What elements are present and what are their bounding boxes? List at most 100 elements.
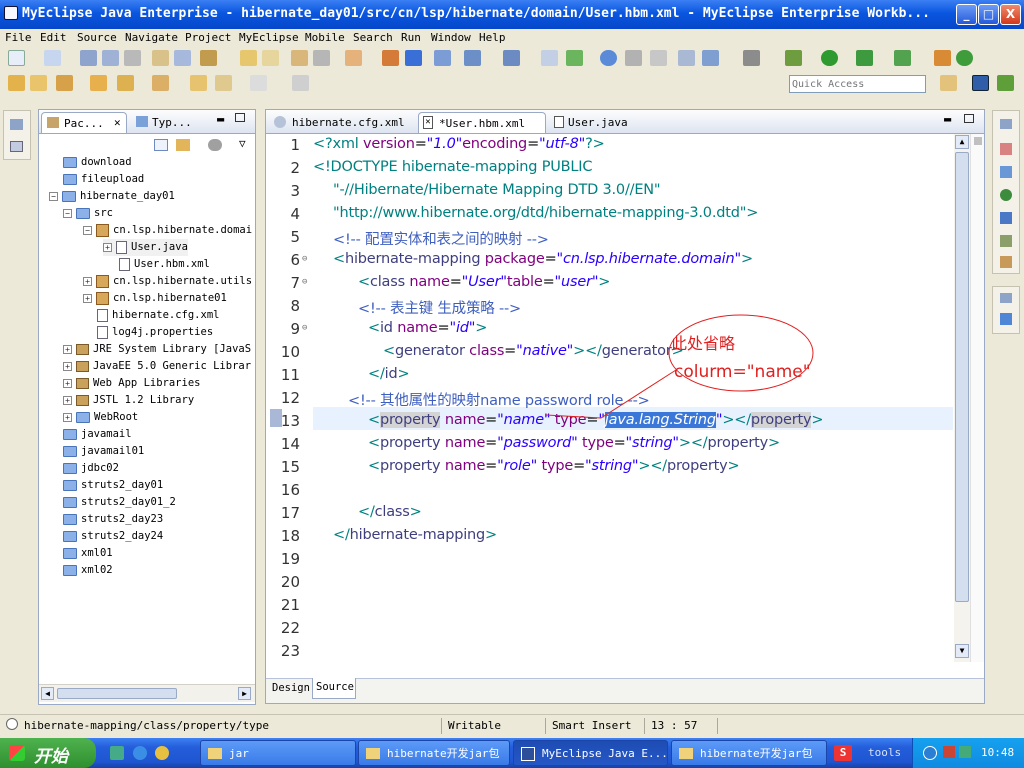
editor-vertical-scrollbar[interactable]: ▲ ▼ (954, 134, 970, 662)
menu-search[interactable]: Search (353, 31, 393, 44)
build-icon[interactable] (200, 50, 217, 66)
expand-icon[interactable]: + (83, 293, 92, 303)
copy-icon[interactable] (650, 50, 667, 66)
open-project-icon[interactable] (30, 75, 47, 91)
tray-security-icon[interactable] (943, 746, 955, 758)
profile-icon[interactable] (934, 50, 951, 66)
format-icon[interactable] (313, 50, 330, 66)
tab-user-hbm[interactable]: ✕ *User.hbm.xml (418, 112, 546, 133)
scroll-down-icon[interactable]: ▼ (955, 644, 969, 658)
app-s-icon[interactable]: S (834, 745, 852, 761)
expand-icon[interactable]: + (63, 361, 72, 371)
tab-hibernate-cfg[interactable]: hibernate.cfg.xml (270, 112, 415, 133)
view-settings-icon[interactable] (208, 139, 222, 151)
tree-item[interactable]: + JSTL 1.2 Library (63, 392, 194, 409)
collapse-icon[interactable]: − (49, 191, 58, 201)
navigator-icon[interactable] (464, 50, 481, 66)
menu-mobile[interactable]: Mobile (305, 31, 345, 44)
tree-item[interactable]: User.hbm.xml (119, 256, 210, 273)
globe-icon[interactable] (1000, 189, 1012, 201)
tab-type-hierarchy[interactable]: Typ... (134, 112, 192, 133)
browser-icon[interactable] (600, 50, 617, 66)
start-button[interactable]: 开始 (0, 738, 96, 768)
tree-item[interactable]: struts2_day01_2 (63, 494, 176, 511)
report-icon[interactable] (678, 50, 695, 66)
folder-open-icon[interactable] (90, 75, 107, 91)
external-tools-icon[interactable] (894, 50, 911, 66)
quick-access-input[interactable] (790, 76, 923, 92)
print-icon[interactable] (124, 50, 141, 66)
menu-myeclipse[interactable]: MyEclipse (239, 31, 299, 44)
tab-user-java[interactable]: User.java (550, 112, 640, 133)
quicklaunch-icon[interactable] (110, 746, 124, 760)
restore-view-icon[interactable] (1000, 119, 1012, 129)
module-icon[interactable] (405, 50, 422, 66)
tree-item[interactable]: jdbc02 (63, 460, 119, 477)
collapse-all-icon[interactable] (154, 139, 168, 151)
ie-icon[interactable] (133, 746, 147, 760)
expand-icon[interactable]: + (83, 276, 92, 286)
close-icon[interactable]: ✕ (114, 116, 121, 129)
editor-minimize-icon[interactable]: ▬ (944, 112, 951, 126)
fold-icon[interactable]: ⊖ (302, 277, 307, 287)
new-icon[interactable] (8, 50, 25, 66)
menu-window[interactable]: Window (431, 31, 471, 44)
last-edit-icon[interactable] (190, 75, 207, 91)
tree-item[interactable]: − hibernate_day01 (49, 188, 175, 205)
tree-item[interactable]: + WebRoot (63, 409, 138, 426)
link-with-editor-icon[interactable] (176, 139, 190, 151)
outline-view-icon[interactable] (1000, 313, 1012, 325)
pin-editor-icon[interactable] (292, 75, 309, 91)
tree-item[interactable]: log4j.properties (97, 324, 213, 341)
tree-item[interactable]: struts2_day23 (63, 511, 163, 528)
expand-icon[interactable]: + (63, 395, 72, 405)
tree-item[interactable]: + Web App Libraries (63, 375, 200, 392)
maximize-view-icon[interactable] (235, 113, 245, 122)
deploy-icon[interactable] (345, 50, 362, 66)
tree-item[interactable]: javamail (63, 426, 132, 443)
tasks-icon[interactable] (1000, 166, 1012, 178)
tree-item[interactable]: − cn.lsp.hibernate.domai (83, 222, 252, 239)
search-file-icon[interactable] (174, 50, 191, 66)
menu-navigate[interactable]: Navigate (125, 31, 178, 44)
tree-item[interactable]: + JavaEE 5.0 Generic Librar (63, 358, 251, 375)
redo-icon[interactable] (262, 50, 279, 66)
console-view-icon[interactable] (10, 141, 23, 152)
scroll-left-icon[interactable]: ◀ (41, 687, 54, 700)
run-icon[interactable] (821, 50, 838, 66)
package-icon[interactable] (382, 50, 399, 66)
tree-item[interactable]: struts2_day24 (63, 528, 163, 545)
screenshot-icon[interactable] (743, 50, 760, 66)
menu-run[interactable]: Run (401, 31, 421, 44)
run-config-icon[interactable] (856, 50, 873, 66)
tree-item[interactable]: xml01 (63, 545, 113, 562)
scroll-up-icon[interactable]: ▲ (955, 135, 969, 149)
next-annotation-icon[interactable] (117, 75, 134, 91)
prev-annotation-icon[interactable] (152, 75, 169, 91)
expand-icon[interactable]: + (103, 242, 112, 252)
expand-icon[interactable]: + (63, 344, 72, 354)
tray-expand-icon[interactable] (923, 746, 937, 760)
tree-item[interactable]: javamail01 (63, 443, 144, 460)
restore-view-icon[interactable] (10, 119, 23, 130)
tray-network-icon[interactable] (959, 746, 971, 758)
menu-help[interactable]: Help (479, 31, 506, 44)
tab-source[interactable]: Source (312, 678, 356, 699)
wizard-icon[interactable] (503, 50, 520, 66)
tab-package-explorer[interactable]: Pac... ✕ (41, 112, 127, 133)
collapse-icon[interactable]: − (63, 208, 72, 218)
debug-icon[interactable] (785, 50, 802, 66)
menu-edit[interactable]: Edit (40, 31, 67, 44)
server-icon[interactable] (541, 50, 558, 66)
tree-item[interactable]: xml02 (63, 562, 113, 579)
task-hibernate-jar[interactable]: hibernate开发jar包 (358, 740, 510, 766)
tree-item[interactable]: download (63, 154, 132, 171)
outline-icon[interactable] (1000, 143, 1012, 155)
tree-item[interactable]: fileupload (63, 171, 144, 188)
tree-item[interactable]: + cn.lsp.hibernate01 (83, 290, 227, 307)
task-jar[interactable]: jar (200, 740, 356, 766)
media-icon[interactable] (155, 746, 169, 760)
tree-item[interactable]: + JRE System Library [JavaS (63, 341, 251, 358)
view-menu-icon[interactable]: ▽ (239, 137, 246, 150)
forward-icon[interactable] (250, 75, 267, 91)
